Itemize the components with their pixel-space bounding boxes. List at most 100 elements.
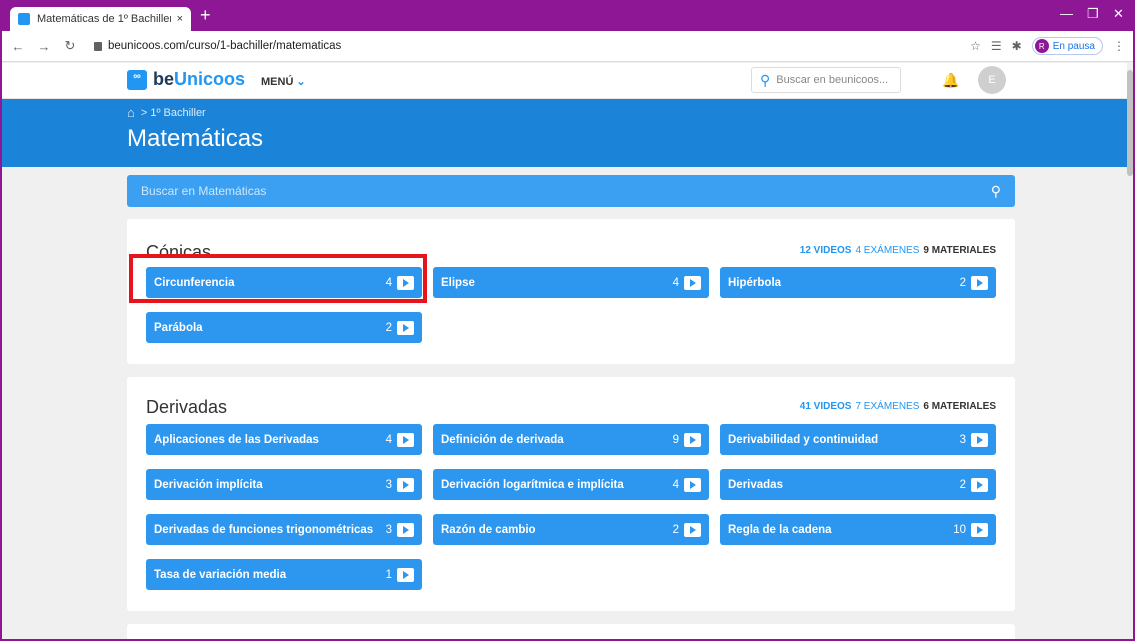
topic-button[interactable]: Regla de la cadena 10 (720, 514, 996, 545)
video-count: 3 (385, 523, 392, 536)
site-logo[interactable]: ºº beUnicoos (127, 69, 245, 90)
topic-button[interactable]: Derivadas de funciones trigonométricas 3 (146, 514, 422, 545)
topic-label: Derivación implícita (154, 478, 263, 491)
new-tab-button[interactable]: + (200, 6, 211, 24)
topic-label: Hipérbola (728, 276, 782, 289)
minimize-icon[interactable]: — (1060, 6, 1073, 21)
topic-button[interactable]: Derivabilidad y continuidad 3 (720, 424, 996, 455)
topic-button[interactable]: Elipse 4 (433, 267, 709, 298)
play-icon (684, 477, 701, 492)
user-avatar[interactable]: E (978, 66, 1006, 94)
toolbar-actions: ☆ ☰ ✱ R En pausa ⋮ (970, 37, 1125, 55)
search-icon[interactable]: ⚲ (991, 183, 1001, 200)
topic-button[interactable]: Hipérbola 2 (720, 267, 996, 298)
topic-search-placeholder: Buscar en Matemáticas (141, 184, 267, 198)
tab-title: Matemáticas de 1º Bachiller - be (37, 13, 171, 25)
forward-icon[interactable]: → (34, 39, 54, 54)
videos-count[interactable]: 12 VIDEOS (800, 245, 852, 256)
videos-count[interactable]: 41 VIDEOS (800, 401, 852, 412)
site-search-input[interactable]: ⚲ Buscar en beunicoos... (751, 67, 901, 93)
profile-status: En pausa (1052, 40, 1095, 52)
video-count: 2 (959, 478, 966, 491)
video-count: 3 (385, 478, 392, 491)
browser-menu-icon[interactable]: ⋮ (1113, 39, 1125, 53)
video-count: 4 (385, 433, 392, 446)
topic-button[interactable]: Aplicaciones de las Derivadas 4 (146, 424, 422, 455)
video-count: 10 (953, 523, 966, 536)
topic-button[interactable]: Derivadas 2 (720, 469, 996, 500)
topic-button[interactable]: Derivación implícita 3 (146, 469, 422, 500)
topic-label: Tasa de variación media (154, 568, 287, 581)
play-icon (397, 567, 414, 582)
play-icon (397, 320, 414, 335)
video-count: 2 (672, 523, 679, 536)
close-window-icon[interactable]: ✕ (1113, 6, 1124, 22)
menu-button[interactable]: MENÚ ⌄ (261, 75, 306, 88)
topic-label: Derivadas (728, 478, 783, 491)
topic-label: Parábola (154, 321, 203, 334)
browser-tab[interactable]: Matemáticas de 1º Bachiller - be × (10, 7, 191, 31)
topic-button[interactable]: Derivación logarítmica e implícita 4 (433, 469, 709, 500)
topic-button[interactable]: Tasa de variación media 1 (146, 559, 422, 590)
exams-count[interactable]: 7 EXÁMENES (855, 401, 919, 412)
topic-button[interactable]: Razón de cambio 2 (433, 514, 709, 545)
logo-mark-icon: ºº (127, 69, 147, 90)
bookmark-star-icon[interactable]: ☆ (970, 39, 981, 53)
play-icon (971, 432, 988, 447)
restore-icon[interactable]: ❐ (1087, 6, 1099, 22)
notifications-bell-icon[interactable]: 🔔 (942, 72, 959, 89)
topic-label: Elipse (441, 276, 475, 289)
topic-label: Derivadas de funciones trigonométricas (154, 523, 374, 536)
section-card-derivadas: Derivadas 41 VIDEOS 7 EXÁMENES 6 MATERIA… (127, 377, 1015, 611)
video-count: 9 (672, 433, 679, 446)
video-count: 2 (385, 321, 392, 334)
video-count: 3 (959, 433, 966, 446)
logo-text: beUnicoos (153, 69, 246, 89)
topic-label: Derivabilidad y continuidad (728, 433, 879, 446)
topic-label: Aplicaciones de las Derivadas (154, 433, 319, 446)
page-hero: ⌂ > 1º Bachiller Matemáticas (2, 99, 1133, 167)
materials-count[interactable]: 6 MATERIALES (923, 401, 996, 412)
play-icon (971, 522, 988, 537)
scrollbar-thumb[interactable] (1127, 70, 1133, 176)
highlight-box (129, 254, 427, 303)
topic-button[interactable]: Definición de derivada 9 (433, 424, 709, 455)
topic-label: Regla de la cadena (728, 523, 832, 536)
site-search-placeholder: Buscar en beunicoos... (776, 74, 889, 86)
lock-icon (94, 41, 102, 51)
breadcrumb-course[interactable]: 1º Bachiller (150, 107, 205, 119)
play-icon (684, 432, 701, 447)
section-card-next (127, 624, 1015, 639)
topic-label: Derivación logarítmica e implícita (441, 478, 624, 491)
exams-count[interactable]: 4 EXÁMENES (855, 245, 919, 256)
play-icon (684, 522, 701, 537)
browser-window: Matemáticas de 1º Bachiller - be × + — ❐… (0, 0, 1135, 641)
topic-button[interactable]: Parábola 2 (146, 312, 422, 343)
video-count: 2 (959, 276, 966, 289)
section-stats: 41 VIDEOS 7 EXÁMENES 6 MATERIALES (800, 401, 996, 412)
home-icon[interactable]: ⌂ (127, 105, 135, 120)
topic-label: Razón de cambio (441, 523, 536, 536)
play-icon (971, 477, 988, 492)
topic-label: Definición de derivada (441, 433, 564, 446)
play-icon (684, 275, 701, 290)
page-title: Matemáticas (127, 125, 264, 152)
menu-label: MENÚ (261, 76, 294, 88)
url-field[interactable]: beunicoos.com/curso/1-bachiller/matemati… (108, 40, 341, 52)
section-title: Derivadas (146, 397, 228, 417)
back-icon[interactable]: ← (8, 39, 28, 54)
play-icon (397, 432, 414, 447)
breadcrumb-separator: > (140, 106, 151, 119)
video-count: 1 (385, 568, 392, 581)
breadcrumb: ⌂ > 1º Bachiller (127, 105, 206, 120)
section-stats: 12 VIDEOS 4 EXÁMENES 9 MATERIALES (800, 245, 996, 256)
search-icon: ⚲ (760, 71, 771, 88)
extensions-puzzle-icon[interactable]: ✱ (1012, 39, 1022, 53)
topic-search-input[interactable]: Buscar en Matemáticas ⚲ (127, 175, 1015, 207)
profile-button[interactable]: R En pausa (1031, 37, 1103, 55)
extension-stack-icon[interactable]: ☰ (991, 39, 1002, 53)
video-count: 4 (672, 276, 679, 289)
tab-close-icon[interactable]: × (177, 13, 183, 25)
materials-count[interactable]: 9 MATERIALES (923, 245, 996, 256)
reload-icon[interactable]: ↻ (60, 38, 80, 54)
